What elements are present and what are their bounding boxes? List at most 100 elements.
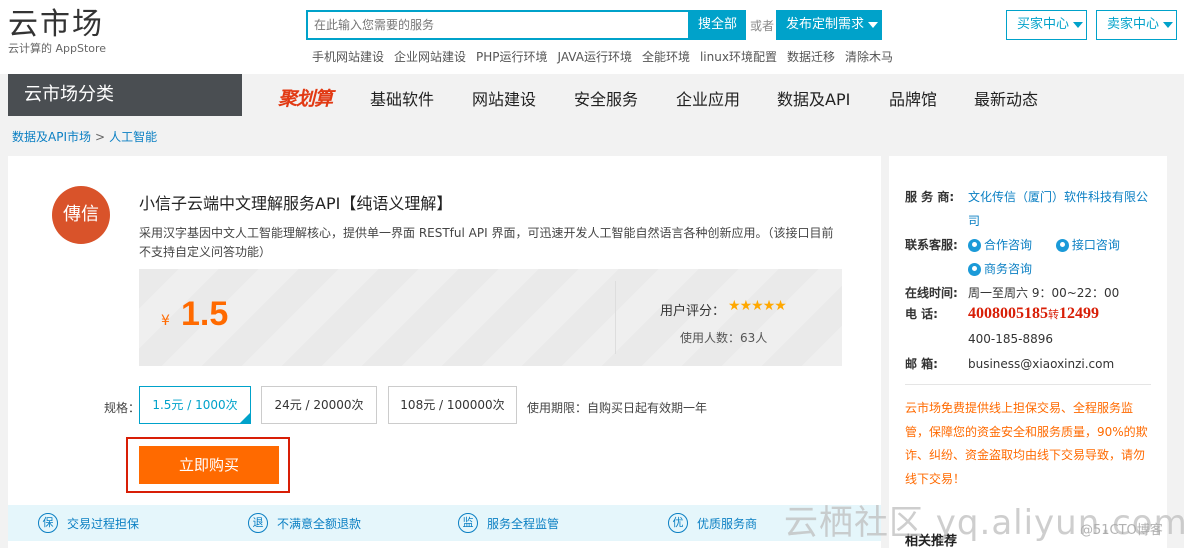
contact-row-cont: 商务咨询 — [968, 260, 1032, 277]
breadcrumb-parent[interactable]: 数据及API市场 — [12, 130, 91, 144]
supervision-icon: 监 — [458, 513, 478, 533]
nav-item-data-api[interactable]: 数据及API — [777, 86, 850, 110]
provider-row-cont: 司 — [968, 212, 980, 229]
phone-ext: 12499 — [1059, 305, 1099, 322]
spec-option-label: 108元 / 100000次 — [400, 398, 505, 412]
guarantee-label: 服务全程监管 — [487, 516, 560, 531]
email-key: 邮 箱: — [905, 357, 938, 371]
star-icon: ★ — [774, 298, 787, 314]
nav-item-website-building[interactable]: 网站建设 — [472, 86, 536, 110]
top-header: 云市场 云计算的 AppStore 搜全部 或者 发布定制需求 手机网站建设 企… — [0, 0, 1184, 74]
guarantee-supervision: 监服务全程监管 — [458, 513, 559, 533]
product-title: 小信子云端中文理解服务API【纯语义理解】 — [139, 194, 453, 213]
watermark-blog: @51CTO博客 — [1080, 523, 1163, 538]
nav-item-enterprise[interactable]: 企业应用 — [676, 86, 740, 110]
hot-link[interactable]: JAVA运行环境 — [558, 48, 632, 65]
product-description: 采用汉字基因中文人工智能理解核心，提供单一界面 RESTful API 界面，可… — [139, 226, 834, 259]
contact-api-label: 接口咨询 — [1071, 238, 1120, 252]
seller-center-label: 卖家中心 — [1107, 17, 1160, 32]
phone-ext-label: 转 — [1048, 308, 1059, 321]
price-box: ¥ 1.5 用户评分： ★★★★★ 使用人数：63人 — [139, 269, 842, 366]
guarantee-label: 优质服务商 — [697, 516, 758, 531]
hot-link[interactable]: 企业网站建设 — [394, 48, 466, 65]
qq-icon — [1055, 239, 1069, 252]
nav-item-news[interactable]: 最新动态 — [974, 86, 1038, 110]
product-panel: 傳信 小信子云端中文理解服务API【纯语义理解】 采用汉字基因中文人工智能理解核… — [8, 156, 881, 548]
seller-center-dropdown[interactable]: 卖家中心 — [1096, 10, 1177, 40]
refund-icon: 退 — [248, 513, 268, 533]
price-value: 1.5 — [181, 295, 229, 333]
spec-option-label: 24元 / 20000次 — [274, 398, 364, 412]
hours-value: 周一至周六 9：00~22：00 — [968, 286, 1120, 300]
chevron-down-icon — [868, 21, 879, 28]
side-divider — [905, 384, 1151, 385]
buyer-center-label: 买家中心 — [1017, 17, 1070, 32]
chevron-down-icon — [1163, 21, 1174, 28]
selected-check-icon — [239, 412, 251, 424]
category-menu[interactable]: 云市场分类 — [8, 74, 242, 116]
provider-link-cont[interactable]: 司 — [968, 214, 980, 228]
buy-now-button[interactable]: 立即购买 — [139, 446, 279, 484]
star-icon: ★ — [728, 298, 741, 314]
search-input[interactable] — [308, 12, 688, 38]
hours-key: 在线时间: — [905, 286, 958, 300]
logo-title: 云市场 — [8, 7, 104, 42]
spec-option-1000[interactable]: 1.5元 / 1000次 — [139, 386, 251, 424]
hot-link[interactable]: linux环境配置 — [700, 48, 777, 65]
safety-notice: 云市场免费提供线上担保交易、全程服务监管，保障您的资金安全和服务质量，90%的欺… — [905, 401, 1148, 486]
contact-cooperation-link[interactable]: 合作咨询 — [968, 238, 1032, 252]
spec-option-100000[interactable]: 108元 / 100000次 — [388, 386, 517, 424]
guarantee-escrow: 保交易过程担保 — [38, 513, 139, 533]
publish-demand-label: 发布定制需求 — [786, 17, 865, 32]
hot-link[interactable]: 手机网站建设 — [312, 48, 384, 65]
shield-icon: 保 — [38, 513, 58, 533]
phone-main: 4008005185 — [968, 305, 1048, 322]
guarantee-label: 不满意全额退款 — [277, 516, 362, 531]
breadcrumb-current[interactable]: 人工智能 — [109, 130, 157, 144]
main-nav: 云市场分类 聚划算 基础软件 网站建设 安全服务 企业应用 数据及API 品牌馆… — [0, 74, 1184, 118]
contact-api-link[interactable]: 接口咨询 — [1055, 238, 1120, 252]
qq-icon — [968, 239, 981, 252]
contact-cooperation-label: 合作咨询 — [984, 238, 1033, 252]
phone-alt: 400-185-8896 — [968, 332, 1054, 346]
buyer-center-dropdown[interactable]: 买家中心 — [1006, 10, 1087, 40]
nav-item-brands[interactable]: 品牌馆 — [889, 86, 937, 110]
phone-alt-row: 400-185-8896 — [968, 332, 1053, 346]
star-icon: ★ — [762, 298, 776, 314]
guarantee-refund: 退不满意全额退款 — [248, 513, 361, 533]
qq-icon — [968, 263, 981, 276]
contact-key: 联系客服: — [905, 238, 958, 252]
provider-link[interactable]: 文化传信（厦门）软件科技有限公 — [968, 190, 1148, 204]
star-icon: ★ — [751, 298, 764, 314]
contact-row: 联系客服: 合作咨询 接口咨询 — [905, 236, 1120, 253]
users-count: 使用人数：63人 — [680, 331, 768, 345]
hot-link[interactable]: 清除木马 — [845, 48, 893, 65]
provider-row: 服 务 商: 文化传信（厦门）软件科技有限公 — [905, 188, 1148, 205]
publish-demand-button[interactable]: 发布定制需求 — [776, 10, 882, 40]
spec-option-label: 1.5元 / 1000次 — [152, 398, 238, 412]
price-divider — [615, 281, 616, 354]
guarantee-label: 交易过程担保 — [67, 516, 140, 531]
validity-period: 使用期限：自购买日起有效期一年 — [527, 401, 708, 415]
logo-subtitle: 云计算的 AppStore — [8, 42, 107, 55]
spec-option-20000[interactable]: 24元 / 20000次 — [261, 386, 377, 424]
search-all-button[interactable]: 搜全部 — [689, 10, 746, 40]
vendor-panel: 服 务 商: 文化传信（厦门）软件科技有限公 司 联系客服: 合作咨询 接口咨询 商… — [889, 156, 1167, 548]
site-logo[interactable]: 云市场 云计算的 AppStore — [8, 8, 106, 56]
hot-search-links: 手机网站建设 企业网站建设 PHP运行环境 JAVA运行环境 全能环境 linu… — [312, 48, 893, 65]
contact-business-link[interactable]: 商务咨询 — [968, 262, 1032, 276]
nav-item-juhuasuan[interactable]: 聚划算 — [278, 84, 333, 111]
hot-link[interactable]: PHP运行环境 — [476, 48, 548, 65]
nav-item-basic-software[interactable]: 基础软件 — [370, 86, 434, 110]
spec-label: 规格： — [104, 401, 141, 415]
nav-item-security[interactable]: 安全服务 — [574, 86, 638, 110]
breadcrumb: 数据及API市场 > 人工智能 — [12, 128, 157, 145]
contact-business-label: 商务咨询 — [984, 262, 1033, 276]
hot-link[interactable]: 数据迁移 — [787, 48, 835, 65]
quality-icon: 优 — [668, 513, 688, 533]
guarantee-quality: 优优质服务商 — [668, 513, 757, 533]
email-value: business@xiaoxinzi.com — [968, 357, 1115, 371]
email-row: 邮 箱: business@xiaoxinzi.com — [905, 355, 1114, 372]
product-logo: 傳信 — [52, 186, 110, 244]
hot-link[interactable]: 全能环境 — [642, 48, 690, 65]
